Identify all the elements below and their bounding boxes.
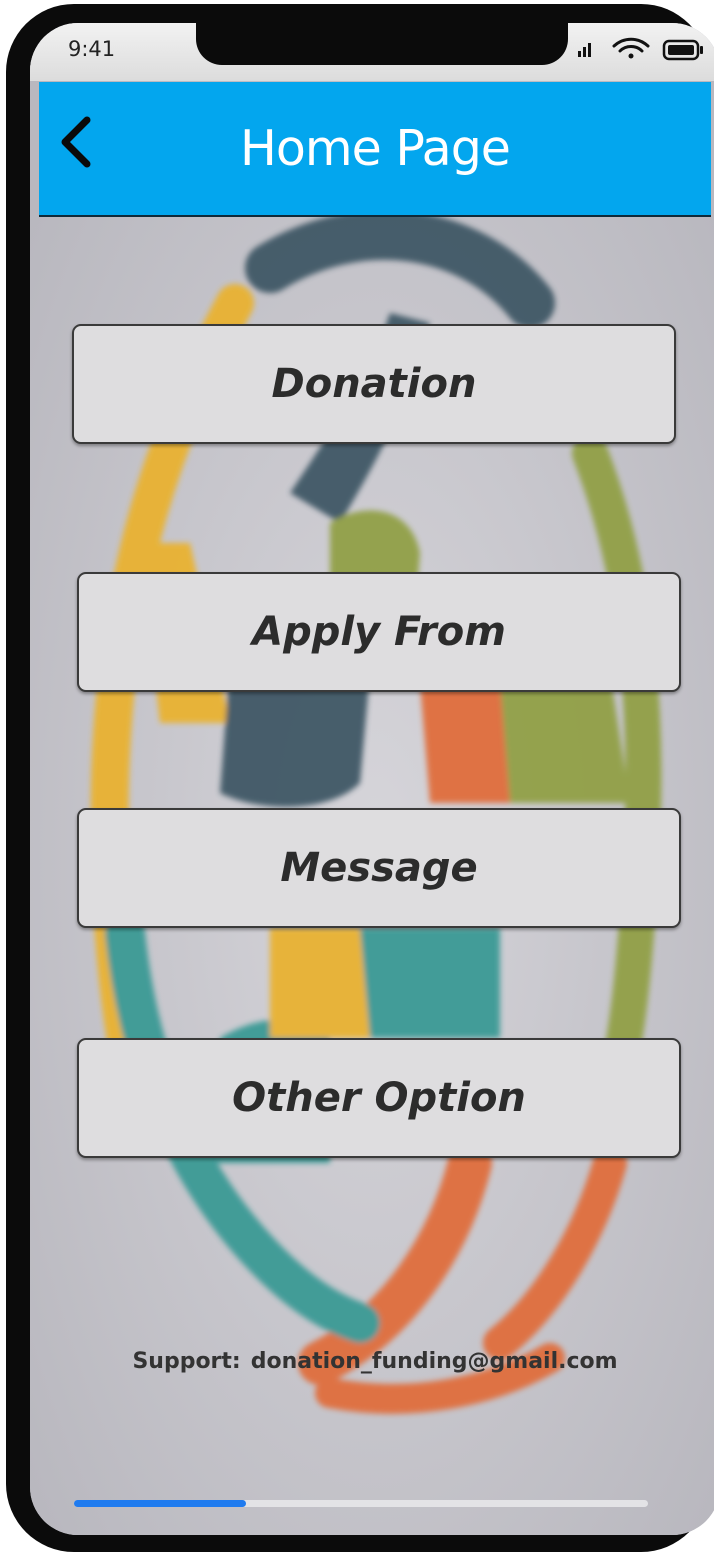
status-icons <box>578 37 703 61</box>
phone-frame: 9:41 Home Page Donation Apply From Messa… <box>6 4 714 1552</box>
background-logo <box>30 23 714 1535</box>
battery-icon <box>662 39 703 61</box>
phone-screen: 9:41 Home Page Donation Apply From Messa… <box>30 23 714 1535</box>
progress-fill <box>74 1500 247 1507</box>
donation-button[interactable]: Donation <box>72 324 676 444</box>
wifi-icon <box>612 37 650 59</box>
signal-icon <box>578 43 591 57</box>
support-email[interactable]: donation_funding@gmail.com <box>251 1349 618 1374</box>
support-info: Support: donation_funding@gmail.com <box>30 1349 714 1374</box>
progress-track <box>74 1500 648 1507</box>
status-time: 9:41 <box>68 37 116 61</box>
device-notch <box>196 23 568 65</box>
support-label: Support: <box>132 1349 241 1374</box>
apply-form-button[interactable]: Apply From <box>77 572 681 692</box>
other-option-button[interactable]: Other Option <box>77 1038 681 1158</box>
status-bar: 9:41 <box>30 23 714 81</box>
app-header: Home Page <box>39 82 711 217</box>
page-title: Home Page <box>240 120 511 177</box>
message-button[interactable]: Message <box>77 808 681 928</box>
